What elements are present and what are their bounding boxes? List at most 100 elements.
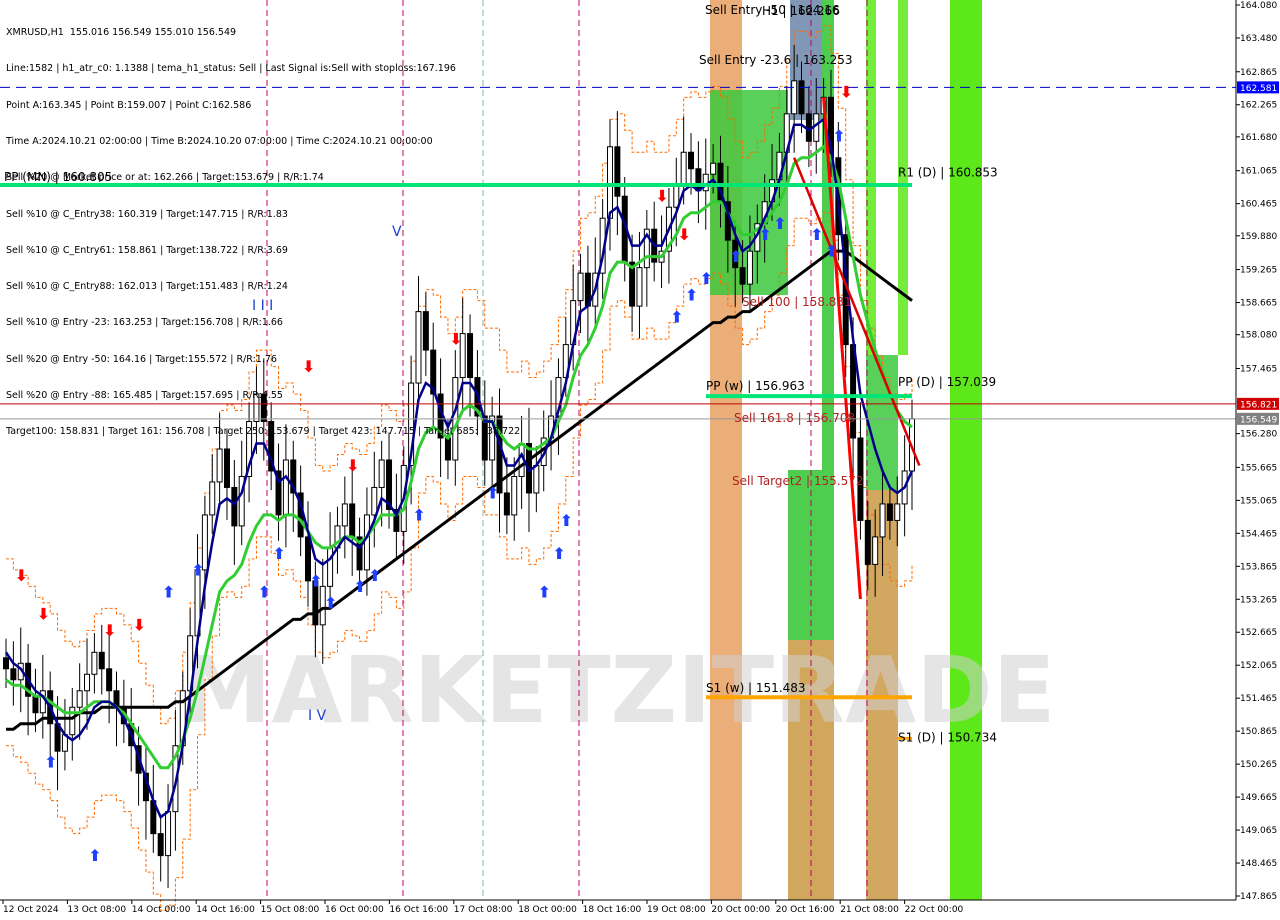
- buy-arrow-icon: ⬆: [486, 483, 499, 502]
- level-label: Sell Entry -23.6 | 163.253: [699, 53, 853, 67]
- info-line: Sell %10 @ C_Entry88: 162.013 | Target:1…: [6, 281, 288, 293]
- buy-arrow-icon: ⬆: [192, 560, 205, 579]
- y-tick-label: 152.665: [1240, 628, 1277, 638]
- x-tick-label: 18 Oct 00:00: [518, 905, 577, 915]
- candle-body: [503, 492, 510, 516]
- candle-body: [511, 475, 518, 516]
- buy-arrow-icon: ⬆: [354, 577, 367, 596]
- x-tick-label: 13 Oct 08:00: [67, 905, 126, 915]
- buy-arrow-icon: ⬆: [560, 511, 573, 530]
- candle-body: [636, 267, 643, 307]
- y-tick-label: 161.065: [1240, 167, 1277, 177]
- level-label: S1 (w) | 151.483: [706, 681, 806, 695]
- buy-arrow-icon: ⬆: [773, 214, 786, 233]
- buy-arrow-icon: ⬆: [538, 582, 551, 601]
- x-tick-label: 12 Oct 2024: [3, 905, 59, 915]
- y-tick-label: 158.080: [1240, 331, 1277, 341]
- price-badge-label: 156.821: [1240, 400, 1277, 410]
- info-panel: XMRUSD,H1 155.016 156.549 155.010 156.54…: [6, 3, 520, 450]
- y-tick-label: 161.680: [1240, 133, 1277, 143]
- y-tick-label: 155.065: [1240, 496, 1277, 506]
- candle-body: [10, 668, 17, 681]
- y-tick-label: 159.265: [1240, 266, 1277, 276]
- sell-arrow-icon: ⬇: [103, 621, 116, 640]
- buy-arrow-icon: ⬆: [729, 247, 742, 266]
- info-line: Sell %20 @ Entry -50: 164.16 | Target:15…: [6, 353, 277, 365]
- sell-arrow-icon: ⬇: [656, 187, 669, 206]
- x-tick-label: 16 Oct 16:00: [389, 905, 448, 915]
- signal-band: [950, 0, 982, 900]
- y-tick-label: 160.465: [1240, 200, 1277, 210]
- level-label: Sell 161.8 | 156.708: [734, 411, 855, 425]
- sell-arrow-icon: ⬇: [37, 604, 50, 623]
- x-tick-label: 15 Oct 08:00: [261, 905, 320, 915]
- buy-arrow-icon: ⬆: [685, 286, 698, 305]
- y-tick-label: 164.080: [1240, 1, 1277, 11]
- sell-arrow-icon: ⬇: [840, 82, 853, 101]
- buy-arrow-icon: ⬆: [88, 846, 101, 865]
- candle-body: [577, 272, 584, 302]
- candle-body: [157, 833, 164, 857]
- x-tick-label: 19 Oct 08:00: [647, 905, 706, 915]
- wave-label: I V: [308, 708, 327, 724]
- buy-arrow-icon: ⬆: [368, 566, 381, 585]
- buy-arrow-icon: ⬆: [810, 225, 823, 244]
- y-tick-label: 154.465: [1240, 529, 1277, 539]
- y-tick-label: 151.465: [1240, 694, 1277, 704]
- buy-arrow-icon: ⬆: [759, 225, 772, 244]
- candle-body: [886, 503, 893, 521]
- y-tick-label: 150.265: [1240, 760, 1277, 770]
- candle-body: [378, 459, 385, 488]
- buy-arrow-icon: ⬆: [825, 242, 838, 261]
- candle-body: [607, 146, 613, 219]
- info-line: Time A:2024.10.21 02:00:00 | Time B:2024…: [6, 136, 433, 148]
- candle-body: [363, 514, 370, 571]
- level-label: Sell 100 | 158.831: [742, 295, 852, 309]
- buy-arrow-icon: ⬆: [273, 544, 286, 563]
- candle-body: [327, 547, 334, 587]
- candle-body: [894, 503, 901, 521]
- buy-arrow-icon: ⬆: [258, 582, 271, 601]
- y-tick-label: 158.665: [1240, 299, 1277, 309]
- candle-body: [231, 486, 238, 527]
- level-label: PP (D) | 157.039: [898, 375, 996, 389]
- info-line: Sell %20 @ Market price or at: 162.266 |…: [6, 172, 324, 184]
- candle-body: [688, 151, 695, 170]
- level-label: S1 (D) | 150.734: [898, 730, 997, 744]
- watermark: MARKETZITRADE: [180, 637, 1055, 744]
- candle-body: [798, 80, 805, 115]
- sell-arrow-icon: ⬇: [678, 225, 691, 244]
- info-line: Line:1582 | h1_atr_c0: 1.1388 | tema_h1_…: [6, 63, 456, 75]
- candle-body: [710, 162, 717, 175]
- level-label: PP (w) | 156.963: [706, 379, 805, 393]
- y-tick-label: 157.465: [1240, 364, 1277, 374]
- y-tick-label: 162.265: [1240, 101, 1277, 111]
- candle-body: [864, 519, 871, 565]
- signal-band: [822, 0, 834, 470]
- info-line: Target100: 158.831 | Target 161: 156.708…: [6, 426, 521, 438]
- sell-arrow-icon: ⬇: [133, 615, 146, 634]
- x-tick-label: 18 Oct 16:00: [583, 905, 642, 915]
- candle-body: [533, 464, 540, 494]
- candle-body: [106, 668, 113, 692]
- candle-body: [32, 695, 39, 714]
- y-tick-label: 156.280: [1240, 430, 1277, 440]
- price-badge-label: 162.581: [1240, 84, 1277, 94]
- y-tick-label: 153.865: [1240, 562, 1277, 572]
- buy-arrow-icon: ⬆: [700, 269, 713, 288]
- info-line: Sell %20 @ Entry -88: 165.485 | Target:1…: [6, 390, 283, 401]
- y-tick-label: 149.065: [1240, 826, 1277, 836]
- buy-arrow-icon: ⬆: [412, 505, 425, 524]
- y-tick-label: 149.665: [1240, 793, 1277, 803]
- info-line: XMRUSD,H1 155.016 156.549 155.010 156.54…: [6, 27, 237, 39]
- y-tick-label: 159.880: [1240, 232, 1277, 242]
- buy-arrow-icon: ⬆: [552, 544, 565, 563]
- info-line: Sell %10 @ C_Entry38: 160.319 | Target:1…: [6, 208, 288, 220]
- buy-arrow-icon: ⬆: [309, 571, 322, 590]
- y-tick-label: 148.465: [1240, 859, 1277, 869]
- info-line: Sell %10 @ Entry -23: 163.253 | Target:1…: [6, 317, 283, 329]
- y-tick-label: 153.265: [1240, 595, 1277, 605]
- candle-body: [349, 503, 356, 538]
- y-tick-label: 163.480: [1240, 34, 1277, 44]
- candle-body: [695, 168, 702, 192]
